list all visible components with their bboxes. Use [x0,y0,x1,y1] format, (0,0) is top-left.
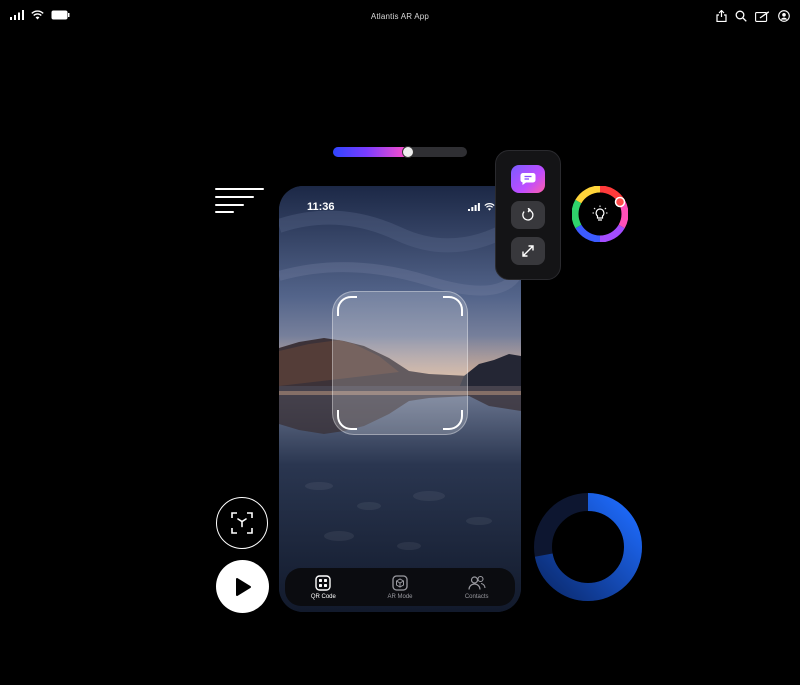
chat-icon [520,172,536,186]
tool-panel [495,150,561,280]
qr-scan-frame [332,291,468,435]
toolbar-actions [716,10,790,22]
app-title: Atlantis AR App [370,12,430,21]
lightbulb-icon [592,205,608,223]
phone-tab-bar: QR Code AR Mode Contacts [285,568,515,606]
tab-label: Contacts [464,593,489,600]
share-icon[interactable] [716,10,727,22]
ar-scan-icon [229,510,255,536]
tab-qr-code[interactable]: QR Code [285,568,362,606]
slider-fill [333,147,409,157]
ar-cube-icon [392,574,408,591]
rotate-icon [521,208,535,222]
wifi-icon [484,203,495,211]
intensity-slider[interactable] [333,146,467,158]
tab-contacts[interactable]: Contacts [438,568,515,606]
scan-corner [443,410,463,430]
tab-label: AR Mode [387,593,413,600]
progress-ring [532,491,644,603]
tab-label: QR Code [310,593,336,600]
scan-corner [337,410,357,430]
expand-button[interactable] [511,237,545,265]
ar-scan-button[interactable] [216,497,268,549]
qr-code-icon [315,574,332,591]
phone-mockup: 11:36 QR Code AR Mode Contacts [279,186,521,612]
rotate-button[interactable] [511,201,545,229]
phone-time: 11:36 [307,201,335,213]
search-icon[interactable] [735,10,747,22]
contacts-icon [468,575,486,591]
status-bar: Atlantis AR App [0,0,800,36]
play-icon [234,577,252,597]
menu-icon[interactable] [214,186,264,216]
signal-icon [468,203,480,211]
scan-corner [443,296,463,316]
scan-corner [337,296,357,316]
color-picker-handle[interactable] [614,196,626,208]
edit-icon[interactable] [755,10,770,22]
color-picker-wheel[interactable] [571,185,629,243]
chat-button[interactable] [511,165,545,193]
tab-ar-mode[interactable]: AR Mode [362,568,439,606]
slider-thumb[interactable] [402,146,415,158]
expand-icon [521,244,535,258]
account-icon[interactable] [778,10,790,22]
play-button[interactable] [216,560,269,613]
